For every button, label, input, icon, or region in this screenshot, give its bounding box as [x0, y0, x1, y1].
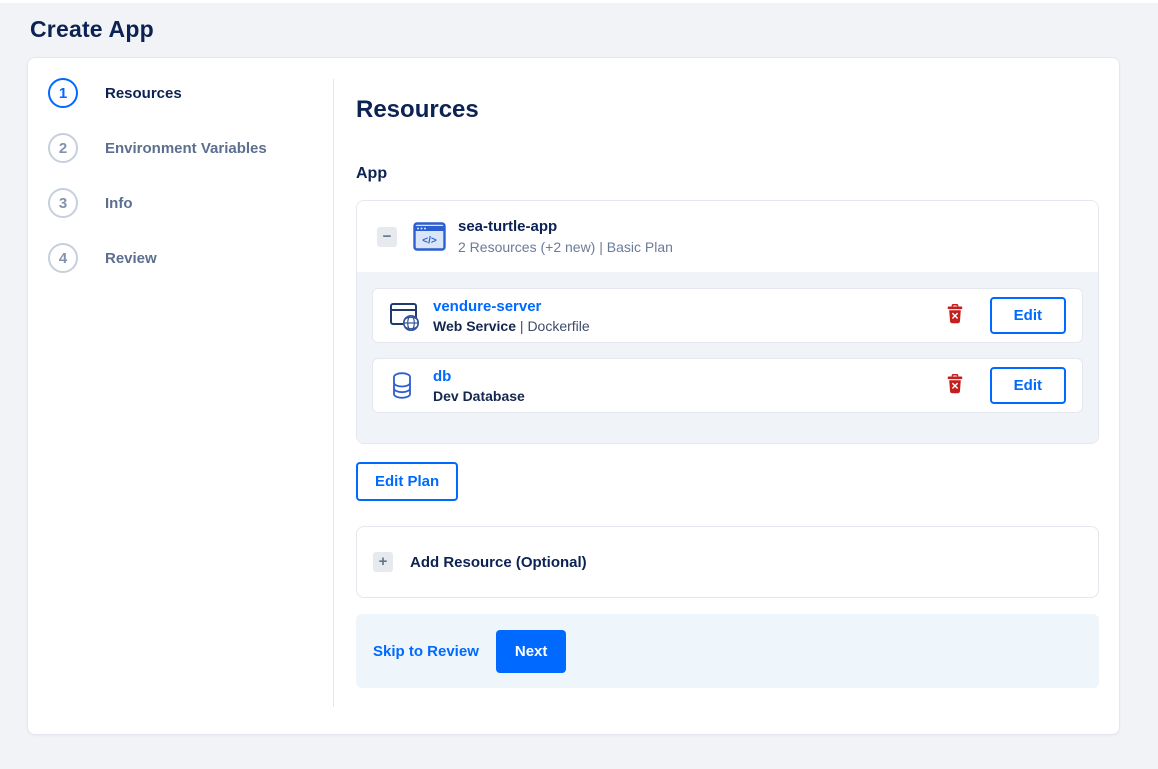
expand-add-resource-button[interactable]: +: [373, 552, 393, 572]
database-icon: [389, 370, 421, 402]
resource-row-vendure-server: vendure-server Web Service | Dockerfile: [372, 288, 1083, 343]
resource-description: Web Service | Dockerfile: [433, 318, 590, 334]
step-number-badge: 2: [48, 133, 78, 163]
resource-separator: |: [516, 317, 528, 334]
step-number-badge: 1: [48, 78, 78, 108]
step-label: Environment Variables: [105, 139, 267, 157]
plus-icon: +: [378, 553, 388, 570]
edit-resource-button[interactable]: Edit: [989, 297, 1066, 334]
page-title: Create App: [30, 16, 154, 42]
step-label: Review: [105, 249, 157, 267]
app-summary: 2 Resources (+2 new) | Basic Plan: [458, 239, 673, 255]
edit-resource-button[interactable]: Edit: [989, 367, 1066, 404]
delete-resource-button[interactable]: [946, 303, 964, 327]
step-review[interactable]: 4 Review: [48, 243, 333, 273]
skip-to-review-link[interactable]: Skip to Review: [373, 643, 479, 660]
add-resource-section[interactable]: + Add Resource (Optional): [356, 526, 1099, 598]
resources-heading: Resources: [356, 96, 479, 123]
step-resources[interactable]: 1 Resources: [48, 78, 333, 108]
step-label: Resources: [105, 84, 182, 102]
app-card-header: − </> sea-turtle-app 2 Resources (+2 new…: [357, 201, 1098, 272]
resource-text-block: vendure-server Web Service | Dockerfile: [433, 298, 590, 334]
add-resource-label: Add Resource (Optional): [410, 553, 587, 571]
svg-text:</>: </>: [422, 236, 437, 247]
resource-row-actions: Edit: [946, 367, 1066, 404]
trash-icon: [946, 303, 964, 327]
collapse-app-button[interactable]: −: [377, 226, 397, 247]
trash-icon: [946, 373, 964, 397]
app-name: sea-turtle-app: [458, 218, 558, 235]
minus-icon: −: [382, 227, 392, 245]
app-card: − </> sea-turtle-app 2 Resources (+2 new…: [356, 200, 1099, 444]
sidebar-divider: [333, 79, 334, 707]
step-label: Info: [105, 194, 133, 212]
step-info[interactable]: 3 Info: [48, 188, 333, 218]
create-app-wizard-card: 1 Resources 2 Environment Variables 3 In…: [27, 57, 1120, 735]
step-number-badge: 4: [48, 243, 78, 273]
step-environment-variables[interactable]: 2 Environment Variables: [48, 133, 333, 163]
resource-description: Dev Database: [433, 388, 525, 404]
resource-type: Web Service: [433, 317, 517, 334]
delete-resource-button[interactable]: [946, 373, 964, 397]
wizard-footer-bar: Skip to Review Next: [356, 614, 1099, 688]
resource-detail: Dockerfile: [527, 317, 590, 334]
top-strip: [0, 0, 1158, 3]
step-number-badge: 3: [48, 188, 78, 218]
wizard-steps-sidebar: 1 Resources 2 Environment Variables 3 In…: [28, 58, 333, 734]
resource-text-block: db Dev Database: [433, 368, 525, 404]
resource-type: Dev Database: [433, 387, 525, 404]
resource-name-link[interactable]: db: [433, 368, 525, 385]
resource-row-actions: Edit: [946, 297, 1066, 334]
edit-plan-button[interactable]: Edit Plan: [356, 462, 459, 501]
app-title-block: sea-turtle-app 2 Resources (+2 new) | Ba…: [458, 218, 673, 255]
resource-row-db: db Dev Database Edit: [372, 358, 1083, 413]
resource-name-link[interactable]: vendure-server: [433, 298, 590, 315]
app-window-code-icon: </>: [413, 222, 446, 251]
step-content-panel: Resources App − </> sea-turtle-app 2 Res…: [333, 58, 1119, 734]
resource-list: vendure-server Web Service | Dockerfile: [357, 272, 1098, 443]
next-button[interactable]: Next: [495, 629, 567, 673]
app-section-label: App: [356, 165, 388, 182]
web-service-globe-icon: [389, 300, 421, 332]
